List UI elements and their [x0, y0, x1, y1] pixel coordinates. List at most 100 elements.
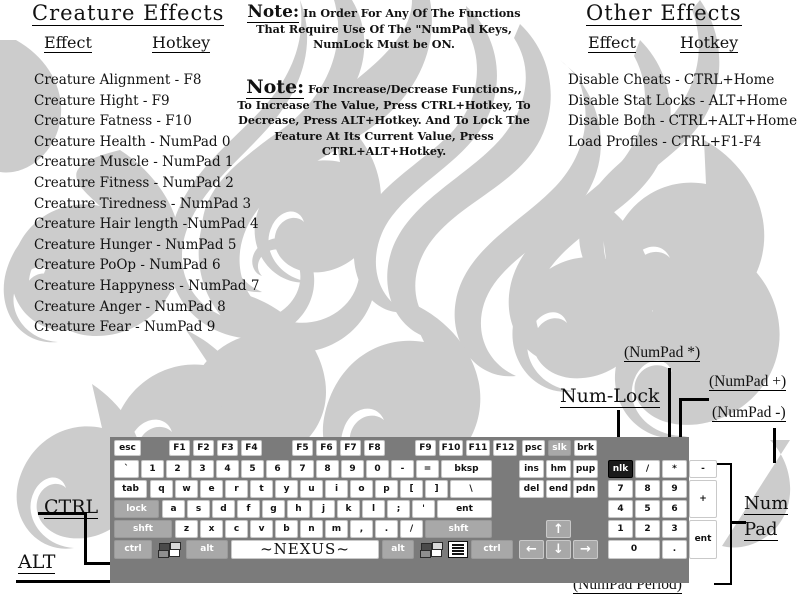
- key-a[interactable]: a: [162, 500, 185, 518]
- key-f10[interactable]: F10: [439, 440, 463, 456]
- key-c[interactable]: c: [225, 520, 248, 538]
- key-numpad-6[interactable]: 6: [662, 500, 687, 518]
- key-k[interactable]: k: [337, 500, 360, 518]
- key-page-up[interactable]: pup: [573, 460, 598, 478]
- key-f7[interactable]: F7: [340, 440, 361, 456]
- key-spacebar[interactable]: ~NEXUS~: [231, 540, 379, 559]
- key-shift-left[interactable]: shft: [114, 520, 172, 538]
- key-caps-lock[interactable]: lock: [114, 500, 159, 518]
- key-f8[interactable]: F8: [364, 440, 385, 456]
- key-numpad-enter[interactable]: ent: [689, 520, 717, 559]
- key-z[interactable]: z: [175, 520, 198, 538]
- key-equals[interactable]: =: [416, 460, 439, 478]
- key-t[interactable]: t: [250, 480, 273, 498]
- key-3[interactable]: 3: [191, 460, 214, 478]
- key-5[interactable]: 5: [241, 460, 264, 478]
- key-f9[interactable]: F9: [415, 440, 436, 456]
- key-h[interactable]: h: [287, 500, 310, 518]
- key-e[interactable]: e: [200, 480, 223, 498]
- key-1[interactable]: 1: [141, 460, 164, 478]
- windows-key-left-icon[interactable]: [155, 540, 183, 559]
- key-arrow-down[interactable]: ↓: [546, 540, 571, 559]
- key-arrow-left[interactable]: ←: [519, 540, 544, 559]
- key-f1[interactable]: F1: [169, 440, 190, 456]
- key-l[interactable]: l: [362, 500, 385, 518]
- key-f3[interactable]: F3: [217, 440, 238, 456]
- key-arrow-right[interactable]: →: [573, 540, 598, 559]
- key-numpad-7[interactable]: 7: [608, 480, 633, 498]
- key-f5[interactable]: F5: [292, 440, 313, 456]
- key-7[interactable]: 7: [291, 460, 314, 478]
- key-0[interactable]: 0: [366, 460, 389, 478]
- key-arrow-up[interactable]: ↑: [546, 520, 571, 538]
- key-page-down[interactable]: pdn: [573, 480, 598, 498]
- key-backslash[interactable]: \: [450, 480, 492, 498]
- key-backtick[interactable]: `: [114, 460, 139, 478]
- key-numpad-0[interactable]: 0: [608, 540, 660, 559]
- key-numpad-9[interactable]: 9: [662, 480, 687, 498]
- key-f6[interactable]: F6: [316, 440, 337, 456]
- key-f2[interactable]: F2: [193, 440, 214, 456]
- key-end[interactable]: end: [546, 480, 571, 498]
- key-n[interactable]: n: [300, 520, 323, 538]
- key-numpad-3[interactable]: 3: [662, 520, 687, 538]
- key-numpad-4[interactable]: 4: [608, 500, 633, 518]
- key-numpad-plus[interactable]: +: [689, 480, 717, 518]
- key-numpad-multiply[interactable]: *: [662, 460, 687, 478]
- key-scroll-lock[interactable]: slk: [548, 440, 571, 456]
- key-ctrl-left[interactable]: ctrl: [114, 540, 152, 559]
- key-semicolon[interactable]: ;: [387, 500, 410, 518]
- key-enter[interactable]: ent: [437, 500, 492, 518]
- key-numpad-5[interactable]: 5: [635, 500, 660, 518]
- key-numpad-period[interactable]: .: [662, 540, 687, 559]
- key-i[interactable]: i: [325, 480, 348, 498]
- key-comma[interactable]: ,: [350, 520, 373, 538]
- key-delete[interactable]: del: [519, 480, 544, 498]
- key-break[interactable]: brk: [574, 440, 597, 456]
- key-y[interactable]: y: [275, 480, 298, 498]
- key-r[interactable]: r: [225, 480, 248, 498]
- menu-key-icon[interactable]: [448, 541, 468, 558]
- key-2[interactable]: 2: [166, 460, 189, 478]
- key-f12[interactable]: F12: [493, 440, 517, 456]
- key-numpad-2[interactable]: 2: [635, 520, 660, 538]
- key-numpad-1[interactable]: 1: [608, 520, 633, 538]
- key-ctrl-right[interactable]: ctrl: [471, 540, 513, 559]
- key-tab[interactable]: tab: [114, 480, 147, 498]
- key-q[interactable]: q: [150, 480, 173, 498]
- key-m[interactable]: m: [325, 520, 348, 538]
- key-8[interactable]: 8: [316, 460, 339, 478]
- key-9[interactable]: 9: [341, 460, 364, 478]
- key-u[interactable]: u: [300, 480, 323, 498]
- key-4[interactable]: 4: [216, 460, 239, 478]
- key-print-screen[interactable]: psc: [522, 440, 545, 456]
- key-numpad-8[interactable]: 8: [635, 480, 660, 498]
- key-p[interactable]: p: [375, 480, 398, 498]
- key-esc[interactable]: esc: [114, 440, 141, 456]
- key-f4[interactable]: F4: [241, 440, 262, 456]
- windows-key-right-icon[interactable]: [417, 540, 445, 559]
- key-alt-right[interactable]: alt: [382, 540, 414, 559]
- key-shift-right[interactable]: shft: [425, 520, 492, 538]
- key-alt-left[interactable]: alt: [186, 540, 228, 559]
- key-o[interactable]: o: [350, 480, 373, 498]
- key-insert[interactable]: ins: [519, 460, 544, 478]
- key-numpad-divide[interactable]: /: [635, 460, 660, 478]
- key-apostrophe[interactable]: ': [412, 500, 435, 518]
- key-d[interactable]: d: [212, 500, 235, 518]
- key-slash[interactable]: /: [400, 520, 423, 538]
- key-numpad-numlock[interactable]: nlk: [608, 460, 633, 478]
- key-bracket-left[interactable]: [: [400, 480, 423, 498]
- key-j[interactable]: j: [312, 500, 335, 518]
- key-x[interactable]: x: [200, 520, 223, 538]
- key-g[interactable]: g: [262, 500, 285, 518]
- key-backspace[interactable]: bksp: [441, 460, 492, 478]
- key-bracket-right[interactable]: ]: [425, 480, 448, 498]
- key-v[interactable]: v: [250, 520, 273, 538]
- key-s[interactable]: s: [187, 500, 210, 518]
- key-w[interactable]: w: [175, 480, 198, 498]
- key-minus[interactable]: -: [391, 460, 414, 478]
- key-f11[interactable]: F11: [466, 440, 490, 456]
- key-numpad-minus[interactable]: -: [689, 460, 717, 478]
- key-b[interactable]: b: [275, 520, 298, 538]
